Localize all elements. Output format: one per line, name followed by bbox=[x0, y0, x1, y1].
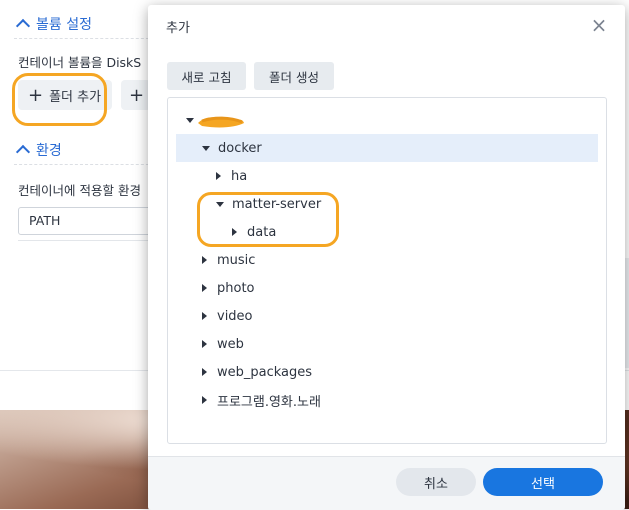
collapse-arrow-icon[interactable] bbox=[202, 284, 207, 292]
tree-node-label: video bbox=[217, 308, 253, 324]
tree-node-label: web bbox=[217, 336, 244, 352]
orange-highlight-annotation bbox=[12, 73, 107, 126]
tree-node-label: docker bbox=[218, 140, 262, 156]
volume-description: 컨테이너 볼륨을 DiskS bbox=[18, 55, 142, 70]
dialog-title: 추가 bbox=[166, 21, 190, 36]
collapse-arrow-icon[interactable] bbox=[202, 256, 207, 264]
add-folder-dialog: 추가 × 새로 고침 폴더 생성 docker ha matter-server… bbox=[148, 5, 625, 510]
folder-tree: docker ha matter-server data music photo… bbox=[167, 97, 607, 444]
plus-icon: + bbox=[129, 84, 145, 106]
tree-node-web-packages[interactable]: web_packages bbox=[202, 358, 312, 386]
tree-node-label: photo bbox=[217, 280, 255, 296]
create-folder-button[interactable]: 폴더 생성 bbox=[254, 62, 334, 90]
tree-node-programs[interactable]: 프로그램.영화.노래 bbox=[202, 386, 321, 414]
tree-node-web[interactable]: web bbox=[202, 330, 244, 358]
env-description: 컨테이너에 적용할 환경 bbox=[18, 183, 141, 198]
divider bbox=[14, 164, 154, 165]
tree-node-docker[interactable]: docker bbox=[176, 134, 598, 162]
tree-node-music[interactable]: music bbox=[202, 246, 255, 274]
collapse-arrow-icon[interactable] bbox=[202, 312, 207, 320]
select-button[interactable]: 선택 bbox=[483, 468, 603, 496]
refresh-button[interactable]: 새로 고침 bbox=[167, 62, 246, 90]
dialog-footer: 취소 선택 bbox=[148, 456, 625, 510]
divider bbox=[18, 240, 148, 241]
tree-node-label: ha bbox=[231, 168, 248, 184]
volume-section-header[interactable]: 볼륨 설정 bbox=[15, 14, 92, 34]
orange-highlight-annotation bbox=[197, 192, 339, 247]
chevron-up-icon bbox=[15, 18, 31, 34]
volume-section-title: 볼륨 설정 bbox=[36, 17, 92, 33]
collapse-arrow-icon[interactable] bbox=[202, 340, 207, 348]
expand-arrow-icon[interactable] bbox=[202, 145, 210, 151]
chevron-up-icon bbox=[15, 144, 31, 160]
tree-node-photo[interactable]: photo bbox=[202, 274, 255, 302]
env-section-header[interactable]: 환경 bbox=[15, 140, 62, 160]
collapse-arrow-icon[interactable] bbox=[202, 368, 207, 376]
tree-node-video[interactable]: video bbox=[202, 302, 253, 330]
redaction-scribble bbox=[198, 116, 244, 128]
close-icon[interactable]: × bbox=[588, 13, 610, 37]
tree-node-label: web_packages bbox=[217, 364, 313, 380]
divider bbox=[14, 38, 154, 39]
cancel-button[interactable]: 취소 bbox=[396, 468, 476, 496]
tree-node-label: music bbox=[217, 252, 256, 268]
env-path-field[interactable]: PATH bbox=[18, 207, 158, 235]
env-section-title: 환경 bbox=[36, 143, 62, 159]
add-file-button[interactable]: + bbox=[121, 80, 151, 110]
expand-arrow-icon[interactable] bbox=[186, 117, 194, 123]
collapse-arrow-icon[interactable] bbox=[216, 172, 221, 180]
tree-node-ha[interactable]: ha bbox=[216, 162, 247, 190]
tree-node-label: 프로그램.영화.노래 bbox=[217, 394, 321, 410]
collapse-arrow-icon[interactable] bbox=[202, 396, 207, 404]
